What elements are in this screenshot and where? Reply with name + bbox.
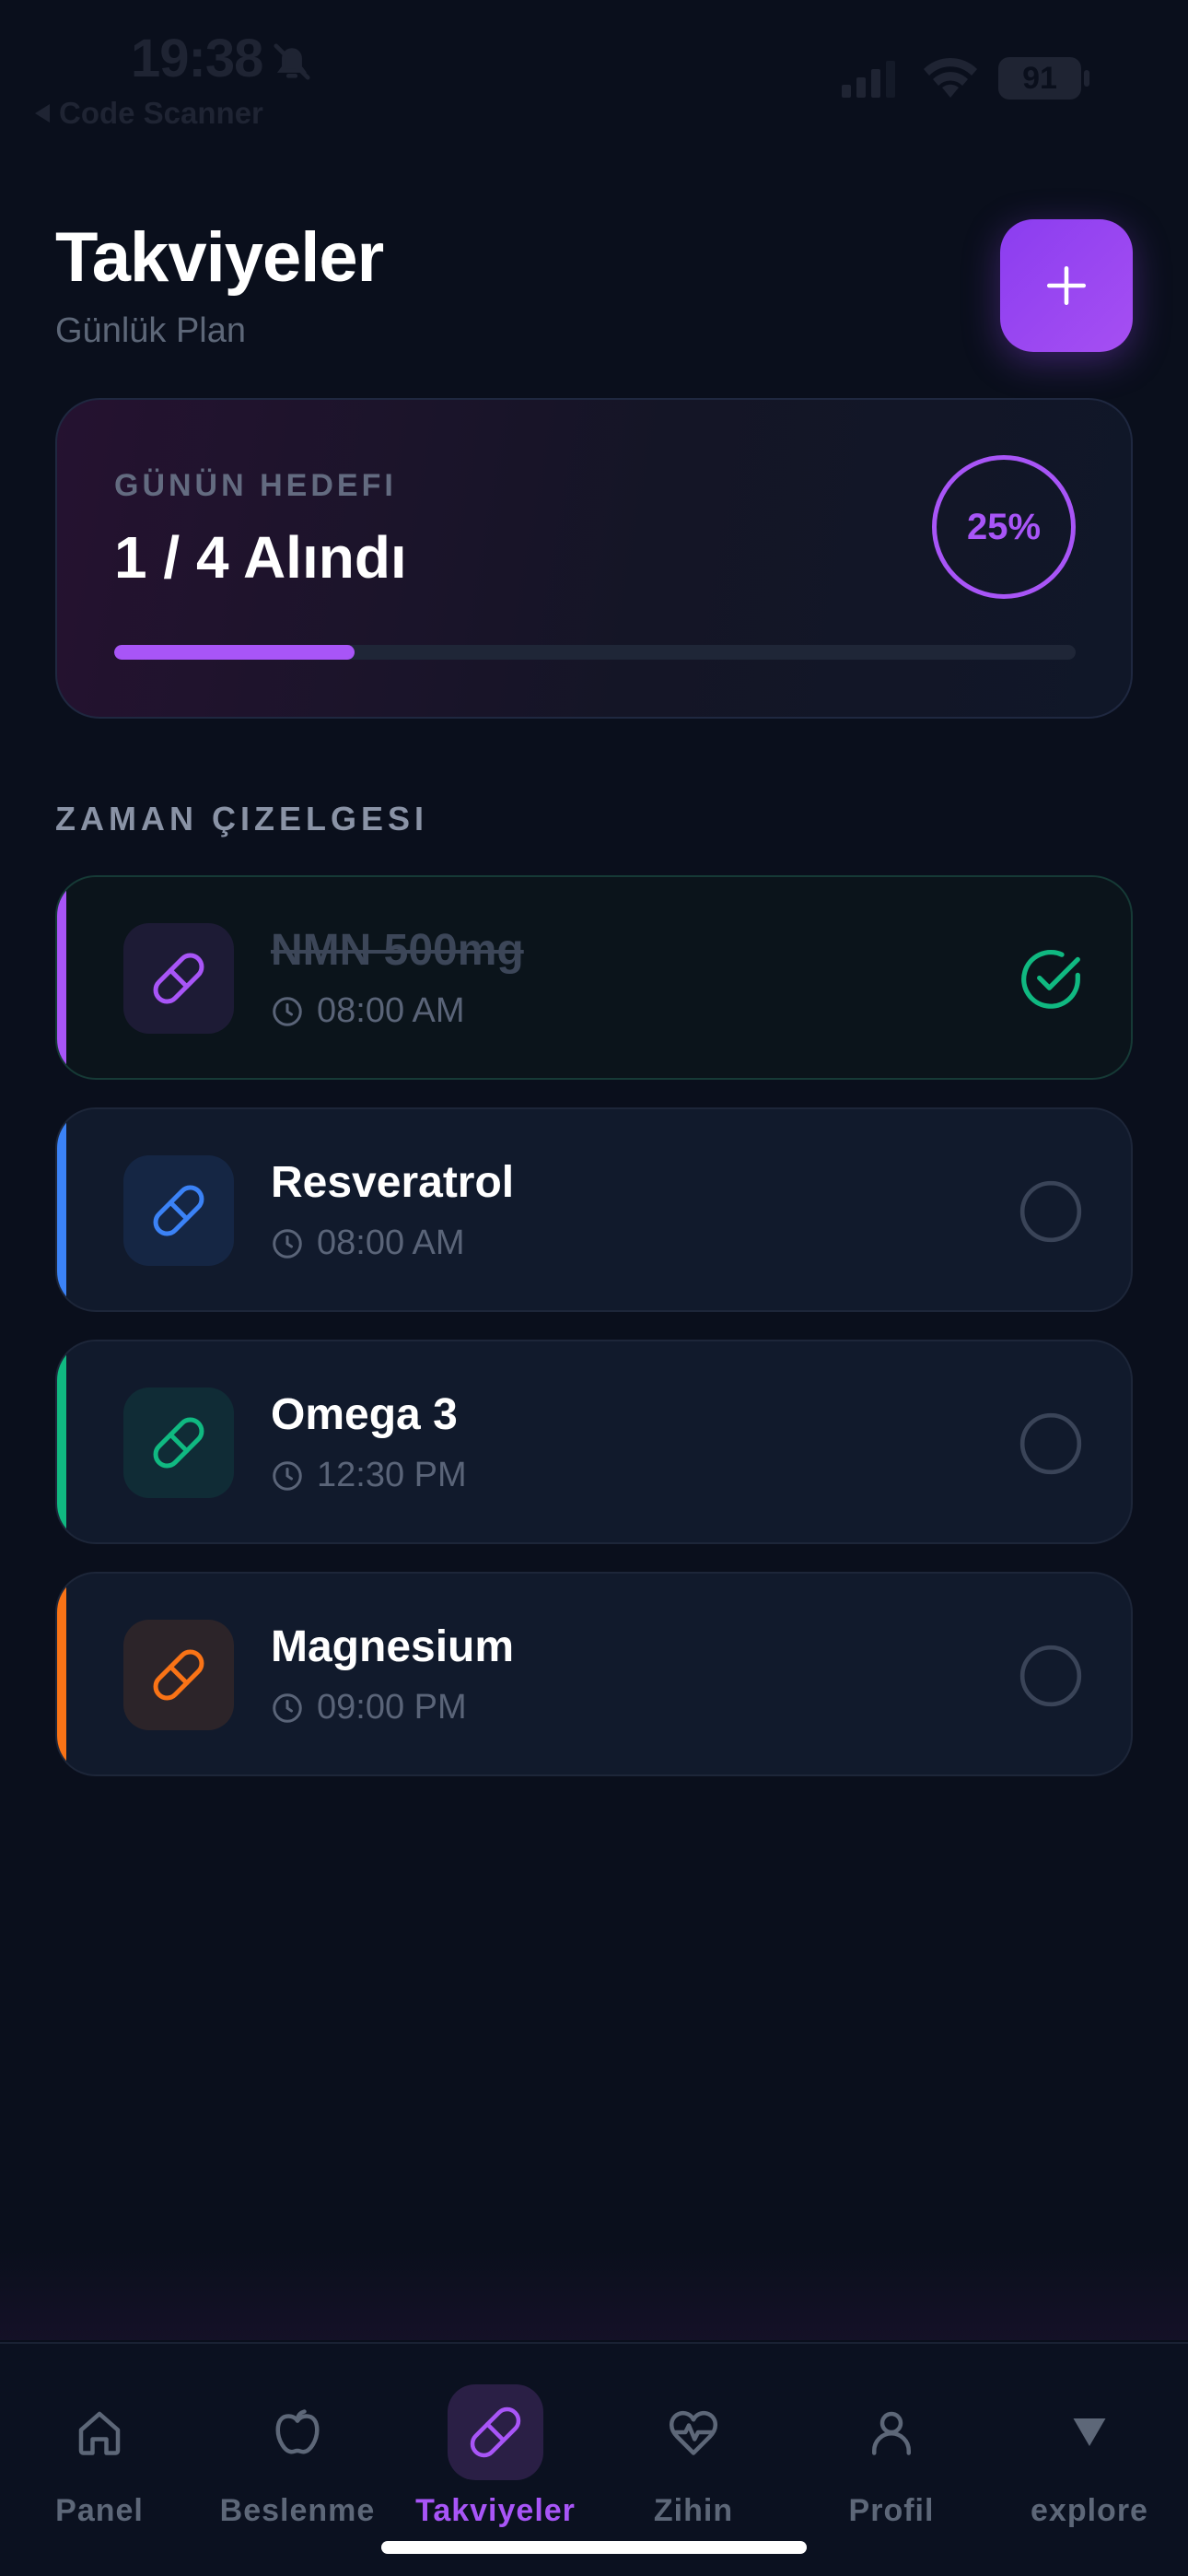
item-time: 08:00 AM xyxy=(317,991,465,1030)
checked-circle-icon[interactable] xyxy=(1017,945,1085,1013)
pill-icon xyxy=(153,1417,204,1469)
back-to-app-link[interactable]: Code Scanner xyxy=(35,96,263,131)
tab-icon-wrap xyxy=(1042,2384,1137,2480)
item-accent-bar xyxy=(57,1574,66,1774)
tab-profil[interactable]: Profil xyxy=(799,2384,984,2529)
app-screen: 19:38 Code Scanner 91 Takviyeler Günlük … xyxy=(0,0,1188,2576)
item-accent-bar xyxy=(57,877,66,1078)
apple-icon xyxy=(275,2409,320,2454)
user-icon xyxy=(872,2411,911,2455)
schedule-item[interactable]: Resveratrol 08:00 AM xyxy=(55,1107,1133,1312)
back-app-label: Code Scanner xyxy=(59,96,263,130)
page-title: Takviyeler xyxy=(55,218,384,297)
unchecked-circle-icon[interactable] xyxy=(1017,1642,1085,1710)
tab-panel[interactable]: Panel xyxy=(7,2384,192,2529)
goal-percent-ring: 25% xyxy=(932,455,1076,599)
tab-zihin[interactable]: Zihin xyxy=(601,2384,786,2529)
tab-beslenme[interactable]: Beslenme xyxy=(205,2384,390,2529)
tab-takviyeler[interactable]: Takviyeler xyxy=(403,2384,588,2529)
goal-progress-fill xyxy=(114,645,355,660)
item-time: 09:00 PM xyxy=(317,1688,467,1727)
back-arrow-icon xyxy=(35,104,50,123)
tab-icon-wrap xyxy=(52,2384,147,2480)
home-indicator[interactable] xyxy=(381,2541,807,2554)
schedule-item[interactable]: Magnesium 09:00 PM xyxy=(55,1572,1133,1776)
battery-level: 91 xyxy=(1022,60,1057,96)
item-name: NMN 500mg xyxy=(271,926,524,975)
clock-icon xyxy=(273,996,302,1026)
add-supplement-button[interactable] xyxy=(1000,219,1133,352)
bell-slash-icon xyxy=(274,43,310,80)
clock-icon xyxy=(273,1692,302,1723)
clock-icon xyxy=(273,1460,302,1491)
item-name: Resveratrol xyxy=(271,1158,515,1207)
triangle-down-icon xyxy=(1073,2418,1106,2446)
item-time-row: 08:00 AM xyxy=(271,1224,465,1263)
goal-value: 1 / 4 Alındı xyxy=(114,524,407,591)
tab-icon-wrap xyxy=(250,2384,345,2480)
item-accent-bar xyxy=(57,1109,66,1310)
home-icon xyxy=(78,2411,121,2455)
tab-label: Panel xyxy=(55,2493,144,2528)
item-icon-box xyxy=(123,923,234,1034)
goal-progress-track xyxy=(114,645,1076,660)
page-subtitle: Günlük Plan xyxy=(55,311,247,350)
bottom-glow xyxy=(0,2248,1188,2340)
plus-icon xyxy=(1046,265,1087,306)
pill-icon xyxy=(153,1185,204,1236)
tab-label: explore xyxy=(1031,2493,1148,2528)
tab-label: Profil xyxy=(848,2493,935,2528)
item-time-row: 12:30 PM xyxy=(271,1456,467,1495)
heart-pulse-icon xyxy=(670,2410,717,2455)
cellular-signal-icon xyxy=(842,61,895,98)
pill-icon xyxy=(153,953,204,1004)
schedule-item[interactable]: NMN 500mg 08:00 AM xyxy=(55,875,1133,1080)
item-icon-box xyxy=(123,1388,234,1498)
pill-icon xyxy=(470,2406,521,2458)
item-time: 08:00 AM xyxy=(317,1224,465,1262)
item-icon-box xyxy=(123,1620,234,1730)
tab-explore[interactable]: explore xyxy=(997,2384,1182,2529)
item-icon-box xyxy=(123,1155,234,1266)
tab-label: Takviyeler xyxy=(415,2493,576,2528)
clock-icon xyxy=(273,1228,302,1259)
item-time: 12:30 PM xyxy=(317,1456,467,1494)
battery-nub xyxy=(1084,70,1089,87)
goal-label: GÜNÜN HEDEFI xyxy=(114,468,397,503)
item-time-row: 08:00 AM xyxy=(271,991,465,1031)
item-name: Magnesium xyxy=(271,1622,515,1671)
item-name: Omega 3 xyxy=(271,1390,458,1439)
tab-icon-wrap xyxy=(646,2384,741,2480)
tab-label: Zihin xyxy=(653,2493,734,2528)
battery-indicator: 91 xyxy=(998,57,1081,100)
tab-icon-wrap xyxy=(448,2384,543,2480)
item-accent-bar xyxy=(57,1341,66,1542)
wifi-icon xyxy=(924,57,977,98)
schedule-section-title: ZAMAN ÇIZELGESI xyxy=(55,800,428,837)
pill-icon xyxy=(153,1649,204,1701)
unchecked-circle-icon[interactable] xyxy=(1017,1410,1085,1478)
tab-label: Beslenme xyxy=(219,2493,376,2528)
status-time: 19:38 xyxy=(131,29,263,88)
tab-icon-wrap xyxy=(844,2384,939,2480)
daily-goal-card: GÜNÜN HEDEFI 1 / 4 Alındı 25% xyxy=(55,398,1133,719)
item-time-row: 09:00 PM xyxy=(271,1688,467,1727)
schedule-item[interactable]: Omega 3 12:30 PM xyxy=(55,1340,1133,1544)
unchecked-circle-icon[interactable] xyxy=(1017,1177,1085,1246)
goal-percent-label: 25% xyxy=(966,506,1042,547)
